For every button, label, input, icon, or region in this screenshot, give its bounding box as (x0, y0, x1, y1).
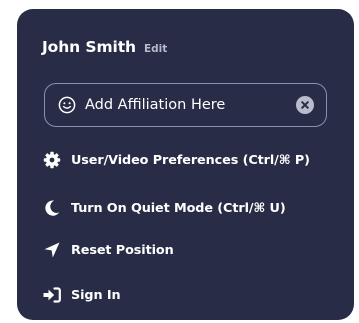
menu-item-label: Reset Position (71, 242, 174, 258)
menu-item-label: Sign In (71, 287, 121, 303)
sign-in-icon (42, 285, 62, 305)
clear-circle-icon[interactable] (296, 96, 314, 114)
user-name: John Smith (42, 38, 136, 56)
affiliation-field[interactable]: Add Affiliation Here (44, 83, 327, 127)
menu-item-sign-in[interactable]: Sign In (42, 284, 121, 306)
location-arrow-icon (42, 240, 62, 260)
account-menu-panel: John Smith Edit Add Affiliation Here Use… (17, 9, 354, 320)
menu-item-quiet-mode[interactable]: Turn On Quiet Mode (Ctrl/⌘ U) (42, 197, 286, 219)
gear-icon (42, 150, 62, 170)
edit-name-link[interactable]: Edit (144, 43, 167, 55)
profile-header: John Smith Edit (42, 38, 167, 56)
affiliation-placeholder: Add Affiliation Here (85, 97, 226, 113)
moon-icon (42, 198, 62, 218)
menu-item-label: Turn On Quiet Mode (Ctrl/⌘ U) (71, 200, 286, 216)
menu-item-preferences[interactable]: User/Video Preferences (Ctrl/⌘ P) (42, 149, 310, 171)
smiley-icon (57, 95, 77, 115)
menu-item-label: User/Video Preferences (Ctrl/⌘ P) (71, 152, 310, 168)
menu-item-reset-position[interactable]: Reset Position (42, 239, 174, 261)
